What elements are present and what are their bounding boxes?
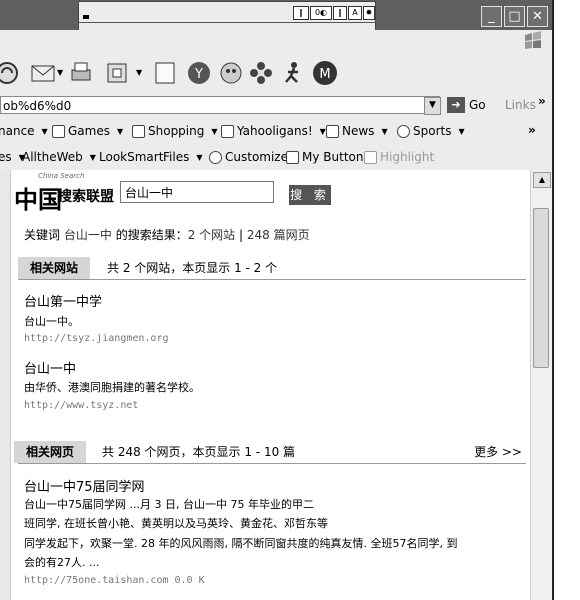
dropdown-icon: ▼ [116,126,124,136]
sites-count-link[interactable]: 2 个网站 [188,228,235,242]
maximize-button[interactable]: □ [504,6,525,27]
logo-subtitle: China Search [38,172,85,180]
tray-icon-5[interactable]: ✸ [363,6,375,20]
yahoo-item-news[interactable]: News ▼ [326,124,388,138]
toolbar-item-looksmart[interactable]: LookSmart [99,150,163,164]
address-dropdown-icon[interactable]: ▼ [424,97,441,115]
yahooligans-icon [221,124,234,138]
mail-dropdown-icon[interactable]: ▼ [57,68,63,77]
dropdown-icon: ▼ [458,126,465,136]
media-icon[interactable]: M [312,60,338,86]
pages-count-link[interactable]: 248 篇网页 [247,228,310,242]
page-result-snippet: 班同学, 在班长曾小艳、黄英明以及马英玲、黄金花、邓哲东等 [24,517,328,530]
sites-section-header: 相关网站 共 2 个网站，本页显示 1 - 2 个 [18,257,526,280]
edit-icon[interactable] [104,60,130,86]
dropdown-icon: ▼ [319,126,326,136]
menu-bar [0,30,552,53]
go-label: Go [469,98,486,112]
site-result-desc: 由华侨、港澳同胞捐建的著名学校。 [24,381,200,394]
scroll-thumb[interactable] [533,208,549,368]
toolbar-item-my-button[interactable]: My Button [286,150,363,164]
pages-section-info: 共 248 个网页，本页显示 1 - 10 篇 [102,445,296,459]
search-toolbar: es ▼ AlltheWeb ▼ LookSmart Files ▼ Customiz… [0,144,552,171]
print-icon[interactable] [68,60,94,86]
site-result-title[interactable]: 台山第一中学 [24,291,102,310]
messenger-icon[interactable] [218,60,244,86]
flower-icon[interactable] [248,60,274,86]
games-icon [52,124,65,138]
keyword-text: 台山一中 [63,228,112,242]
keyword-summary: 关键词 台山一中 的搜索结果：2 个网站 | 248 篇网页 [24,228,310,242]
minimize-button[interactable]: _ [481,6,502,27]
edit-dropdown-icon[interactable]: ▼ [136,68,142,77]
address-input[interactable]: ob%d6%d0 [0,96,440,114]
page-result-snippet: 同学发起下，欢聚一堂. 28 年的风风雨雨, 隔不断同窗共度的纯真友情. 全班5… [24,537,458,550]
page-result-snippet: 台山一中75届同学网 ...月 3 日, 台山一中 75 年毕业的甲二 [24,498,314,511]
dropdown-icon: ▼ [211,126,218,136]
site-result-title[interactable]: 台山一中 [24,358,76,377]
search-input[interactable]: 台山一中 [120,181,274,203]
logo-text: 搜索联盟 [58,189,114,205]
tray-icon-3[interactable]: ‖ [333,6,347,20]
left-frame-edge [0,170,11,600]
toolbar-item-files[interactable]: Files ▼ [163,150,203,164]
china-search-logo[interactable]: China Search 中国 搜索联盟 [14,172,114,214]
tab-related-pages[interactable]: 相关网页 [14,441,87,463]
links-chevron-icon[interactable]: » [538,94,546,108]
tray-icon-2[interactable]: 0◐ [310,6,332,20]
site-result-url[interactable]: http://www.tsyz.net [24,400,138,411]
close-button[interactable]: ✕ [527,6,548,27]
sites-section-info: 共 2 个网站，本页显示 1 - 2 个 [107,261,278,275]
page-result-snippet: 会的有27人. ... [24,556,100,569]
shopping-icon [132,124,145,138]
standard-toolbar: ▼ ▼ Y M [0,52,552,95]
yahoo-item-shopping[interactable]: Shopping ▼ [132,124,218,138]
dropdown-icon: ▼ [89,152,96,162]
svg-text:Y: Y [194,67,203,82]
dropdown-icon: ▼ [196,152,203,162]
site-result-desc: 台山一中。 [24,315,79,328]
toolbar-item-highlight[interactable]: Highlight [364,150,434,164]
pages-section-header: 相关网页 共 248 个网页，本页显示 1 - 10 篇 更多 >> [14,441,526,464]
mail-icon[interactable] [30,60,56,86]
toolbar-more-icon[interactable]: » [528,123,536,137]
links-button[interactable]: Links [505,98,536,112]
blank-icon[interactable] [152,60,178,86]
tray-icon-1[interactable]: ❙ [293,6,309,20]
window-right-edge [552,0,580,600]
more-link[interactable]: 更多 >> [474,441,522,463]
scroll-up-icon[interactable]: ▲ [533,172,551,188]
toolbar-indicator [83,15,89,19]
dropdown-icon: ▼ [381,126,388,136]
toolbar-item-customize[interactable]: Customize [209,150,288,164]
toolbar-item-alltheweb[interactable]: AlltheWeb ▼ [22,150,96,164]
go-button[interactable]: ➜ Go [447,97,486,113]
windows-flag-icon [525,31,541,49]
runner-icon[interactable] [280,60,306,86]
yahoo-item-games[interactable]: Games ▼ [52,124,123,138]
page-result-title[interactable]: 台山一中75届同学网 [24,476,145,495]
svg-text:M: M [319,67,330,82]
news-icon [326,124,339,138]
page-result-url[interactable]: http://75one.taishan.com 0.0 K [24,575,205,586]
address-bar: ob%d6%d0 ▼ ➜ Go Links » [0,94,552,119]
vertical-scrollbar[interactable]: ▲ [530,170,552,600]
person-icon [286,150,299,164]
gear-icon [209,150,222,164]
yahoo-item-sports[interactable]: Sports ▼ [397,124,465,138]
logo-mark: 中国 [14,185,62,214]
yahoo-icon[interactable]: Y [186,60,212,86]
site-result-url[interactable]: http://tsyz.jiangmen.org [24,333,169,344]
yahoo-item-finance[interactable]: nance ▼ [0,124,48,138]
go-arrow-icon: ➜ [447,97,465,113]
yahoo-item-yahooligans[interactable]: Yahooligans! ▼ [221,124,326,138]
tray-icon-4[interactable]: A [348,6,362,20]
dropdown-icon: ▼ [41,126,48,136]
tab-related-sites[interactable]: 相关网站 [18,257,91,279]
refresh-icon[interactable] [0,60,20,86]
highlighter-icon [364,150,377,164]
sports-icon [397,124,410,138]
yahoo-toolbar: nance ▼ Games ▼ Shopping ▼ Yahooligans! ▼ Ne… [0,118,552,145]
search-button[interactable]: 搜 索 [289,185,331,205]
